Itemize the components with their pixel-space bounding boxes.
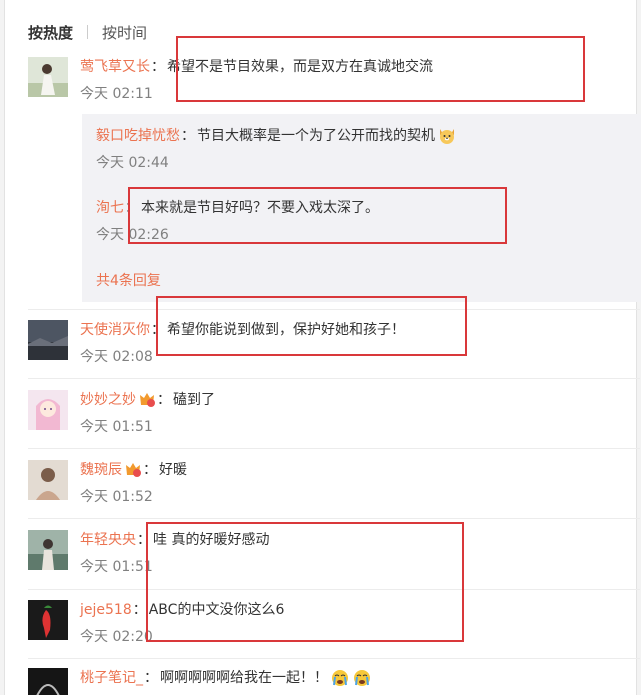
more-replies-link[interactable]: 共4条回复 bbox=[96, 270, 161, 290]
timestamp: 今天 02:26 bbox=[96, 227, 169, 243]
dog-emoji-icon bbox=[437, 126, 457, 146]
divider bbox=[28, 309, 640, 310]
avatar[interactable] bbox=[28, 320, 68, 360]
username[interactable]: 莺飞草又长 bbox=[80, 57, 150, 77]
username[interactable]: jeje518 bbox=[80, 600, 132, 620]
timestamp: 今天 01:52 bbox=[80, 489, 153, 505]
comment-item: 天使消灭你：希望你能说到做到，保护好她和孩子！ 今天 02:08 bbox=[28, 320, 628, 368]
colon: ： bbox=[181, 128, 195, 144]
colon: ： bbox=[151, 59, 165, 75]
comment-text: 啊啊啊啊啊给我在一起！！ bbox=[160, 670, 328, 686]
colon: ： bbox=[137, 532, 151, 548]
tab-divider bbox=[87, 25, 89, 39]
colon: ： bbox=[125, 200, 139, 216]
reply-text: 节目大概率是一个为了公开而找的契机 bbox=[197, 128, 435, 144]
timestamp: 今天 02:08 bbox=[80, 349, 153, 365]
timestamp: 今天 02:44 bbox=[96, 155, 169, 171]
divider bbox=[28, 448, 640, 449]
username[interactable]: 年轻央央 bbox=[80, 530, 136, 550]
divider bbox=[28, 518, 640, 519]
tab-sort-hot[interactable]: 按热度 bbox=[28, 22, 73, 43]
comment-item: 魏琬辰 ：好暖 今天 01:52 bbox=[28, 460, 628, 508]
comment-text: 磕到了 bbox=[173, 392, 215, 408]
avatar[interactable] bbox=[28, 460, 68, 500]
colon: ： bbox=[132, 602, 147, 618]
username[interactable]: 洵七 bbox=[96, 198, 124, 218]
timestamp: 今天 02:20 bbox=[80, 629, 153, 645]
crying-emoji-icon bbox=[330, 668, 350, 688]
comment-text: 好暖 bbox=[159, 462, 187, 478]
left-border bbox=[0, 0, 5, 695]
colon: ： bbox=[157, 392, 171, 408]
username[interactable]: 妙妙之妙 bbox=[80, 390, 136, 410]
divider bbox=[28, 589, 640, 590]
avatar[interactable] bbox=[28, 57, 68, 97]
timestamp: 今天 01:51 bbox=[80, 419, 153, 435]
sort-tabs: 按热度 按时间 bbox=[28, 22, 147, 42]
comment-text: 希望不是节目效果，而是双方在真诚地交流 bbox=[167, 59, 433, 75]
reply-text: 本来就是节目好吗？不要入戏太深了。 bbox=[141, 200, 379, 216]
divider bbox=[28, 658, 640, 659]
vip-badge-icon bbox=[138, 392, 156, 408]
comment-item: 桃子笔记_：啊啊啊啊啊给我在一起！！ bbox=[28, 668, 628, 695]
crying-emoji-icon bbox=[352, 668, 372, 688]
comment-text: 希望你能说到做到，保护好她和孩子！ bbox=[167, 322, 405, 338]
reply-item: 毅口吃掉忧愁：节目大概率是一个为了公开而找的契机 今天 02:44 bbox=[96, 126, 457, 172]
timestamp: 今天 02:11 bbox=[80, 86, 153, 102]
username[interactable]: 天使消灭你 bbox=[80, 320, 150, 340]
comment-item: jeje518： ABC的中文没你这么6 今天 02:20 bbox=[28, 600, 628, 648]
comment-text: 哇 真的好暖好感动 bbox=[153, 532, 270, 548]
colon: ： bbox=[143, 462, 157, 478]
avatar[interactable] bbox=[28, 390, 68, 430]
divider bbox=[28, 378, 640, 379]
replies-block: 毅口吃掉忧愁：节目大概率是一个为了公开而找的契机 今天 02:44 洵七：本来就… bbox=[82, 114, 641, 302]
comment-item: 年轻央央：哇 真的好暖好感动 今天 01:51 bbox=[28, 530, 628, 578]
colon: ： bbox=[151, 322, 165, 338]
avatar[interactable] bbox=[28, 530, 68, 570]
username[interactable]: 桃子笔记_ bbox=[80, 668, 143, 688]
vip-badge-icon bbox=[124, 462, 142, 478]
comment-item: 妙妙之妙 ：磕到了 今天 01:51 bbox=[28, 390, 628, 438]
username[interactable]: 毅口吃掉忧愁 bbox=[96, 126, 180, 146]
avatar[interactable] bbox=[28, 668, 68, 695]
avatar[interactable] bbox=[28, 600, 68, 640]
comment-item: 莺飞草又长：希望不是节目效果，而是双方在真诚地交流 今天 02:11 bbox=[28, 57, 628, 105]
comment-text: ABC的中文没你这么6 bbox=[148, 602, 285, 618]
tab-sort-time[interactable]: 按时间 bbox=[102, 22, 147, 43]
timestamp: 今天 01:51 bbox=[80, 559, 153, 575]
right-border bbox=[636, 0, 641, 695]
colon: ： bbox=[144, 670, 158, 686]
username[interactable]: 魏琬辰 bbox=[80, 460, 122, 480]
reply-item: 洵七：本来就是节目好吗？不要入戏太深了。 今天 02:26 bbox=[96, 198, 379, 244]
